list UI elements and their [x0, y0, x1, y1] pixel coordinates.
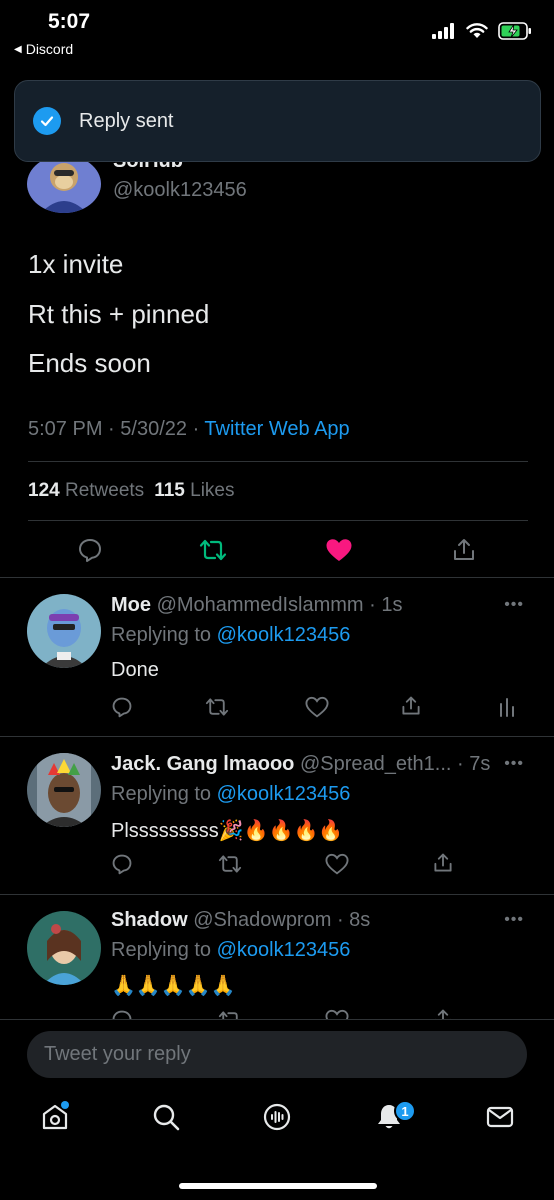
- reply-author-handle[interactable]: @Shadowprom: [193, 909, 331, 931]
- divider: [28, 461, 528, 462]
- search-icon[interactable]: [151, 1102, 181, 1132]
- tweet-metadata: 5:07 PM · 5/30/22 · Twitter Web App: [28, 418, 350, 440]
- replying-prefix: Replying to: [111, 624, 212, 646]
- reply-author-handle[interactable]: @Spread_eth1...: [300, 753, 452, 775]
- reply-compose-input[interactable]: Tweet your reply: [27, 1031, 527, 1078]
- tweet-text-line-2: Rt this + pinned: [28, 299, 210, 329]
- reply-tweet[interactable]: Moe @MohammedIslammm · 1s ••• Replying t…: [0, 578, 554, 736]
- status-icons: [432, 22, 532, 40]
- likes-count: 115: [154, 480, 185, 501]
- reply-text: Plsssssssss🎉🔥🔥🔥🔥: [111, 820, 344, 842]
- reply-icon[interactable]: [111, 696, 133, 718]
- tweet-source-link[interactable]: Twitter Web App: [204, 418, 349, 440]
- replying-to-handle[interactable]: @koolk123456: [217, 783, 351, 805]
- more-options-icon[interactable]: •••: [504, 755, 524, 773]
- replying-to-handle[interactable]: @koolk123456: [217, 624, 351, 646]
- reply-age: 8s: [349, 909, 371, 931]
- back-triangle-icon: ◀: [14, 43, 22, 55]
- reply-icon[interactable]: [77, 537, 103, 563]
- replying-to-handle[interactable]: @koolk123456: [217, 939, 351, 961]
- checkmark-icon: [33, 107, 61, 135]
- more-options-icon[interactable]: •••: [504, 911, 524, 929]
- share-icon[interactable]: [400, 695, 422, 717]
- reply-header: Shadow @Shadowprom · 8s: [111, 909, 371, 931]
- tweet-text-line-3: Ends soon: [28, 348, 151, 378]
- divider: [0, 1019, 554, 1020]
- reply-author-handle[interactable]: @MohammedIslammm: [157, 594, 364, 616]
- reply-icon[interactable]: [111, 853, 133, 875]
- battery-charging-icon: [498, 22, 531, 40]
- reply-sent-toast: Reply sent: [14, 80, 541, 162]
- share-icon[interactable]: [432, 852, 454, 874]
- reply-author-name[interactable]: Moe: [111, 594, 151, 616]
- compose-placeholder: Tweet your reply: [44, 1043, 191, 1065]
- retweet-icon[interactable]: [218, 853, 242, 875]
- reply-avatar[interactable]: [27, 911, 101, 985]
- retweets-stat[interactable]: 124 Retweets: [28, 480, 144, 502]
- retweets-count: 124: [28, 480, 60, 501]
- replying-to: Replying to @koolk123456: [111, 939, 350, 962]
- more-options-icon[interactable]: •••: [504, 596, 524, 614]
- tweet-stats: 124 Retweets 115 Likes: [28, 480, 234, 502]
- back-to-app-link[interactable]: ◀ Discord: [14, 41, 73, 57]
- reply-tweet[interactable]: Jack. Gang lmaooo @Spread_eth1... · 7s •…: [0, 737, 554, 894]
- author-avatar[interactable]: [27, 155, 101, 213]
- likes-stat[interactable]: 115 Likes: [154, 480, 234, 502]
- reply-tweet[interactable]: Shadow @Shadowprom · 8s ••• Replying to …: [0, 895, 554, 1020]
- likes-label: Likes: [190, 480, 235, 501]
- replying-to: Replying to @koolk123456: [111, 783, 350, 806]
- analytics-icon[interactable]: [498, 696, 516, 718]
- reply-author-name[interactable]: Shadow: [111, 909, 188, 931]
- retweet-icon[interactable]: [205, 696, 229, 718]
- reply-text: 🙏🙏🙏🙏🙏: [111, 975, 236, 997]
- author-handle[interactable]: @koolk123456: [113, 179, 247, 202]
- notifications-badge: 1: [394, 1100, 416, 1122]
- reply-text: Done: [111, 659, 159, 681]
- replying-prefix: Replying to: [111, 939, 212, 961]
- reply-avatar[interactable]: [27, 753, 101, 827]
- divider: [28, 520, 528, 521]
- back-app-label: Discord: [25, 41, 74, 57]
- spaces-icon[interactable]: [262, 1102, 292, 1132]
- replying-prefix: Replying to: [111, 783, 212, 805]
- like-icon[interactable]: [305, 696, 329, 718]
- retweet-icon[interactable]: [199, 537, 227, 563]
- retweets-label: Retweets: [64, 480, 145, 501]
- toast-message: Reply sent: [79, 109, 174, 132]
- tweet-date: 5/30/22: [120, 418, 187, 440]
- reply-author-name[interactable]: Jack. Gang lmaooo: [111, 753, 294, 775]
- replying-to: Replying to @koolk123456: [111, 624, 350, 647]
- share-icon[interactable]: [451, 537, 477, 563]
- like-icon[interactable]: [325, 853, 349, 875]
- tweet-time: 5:07 PM: [28, 418, 103, 440]
- reply-age: 7s: [469, 753, 491, 775]
- home-indicator[interactable]: [179, 1183, 377, 1189]
- status-time: 5:07: [48, 10, 91, 33]
- reply-avatar[interactable]: [27, 594, 101, 668]
- reply-header: Moe @MohammedIslammm · 1s: [111, 594, 403, 616]
- wifi-icon: [466, 23, 488, 38]
- messages-icon[interactable]: [485, 1102, 515, 1132]
- like-filled-icon[interactable]: [325, 537, 353, 563]
- tweet-text-line-1: 1x invite: [28, 249, 124, 279]
- home-new-dot: [61, 1101, 69, 1109]
- signal-icon: [432, 23, 454, 39]
- reply-header: Jack. Gang lmaooo @Spread_eth1... · 7s: [111, 753, 491, 775]
- reply-age: 1s: [381, 594, 403, 616]
